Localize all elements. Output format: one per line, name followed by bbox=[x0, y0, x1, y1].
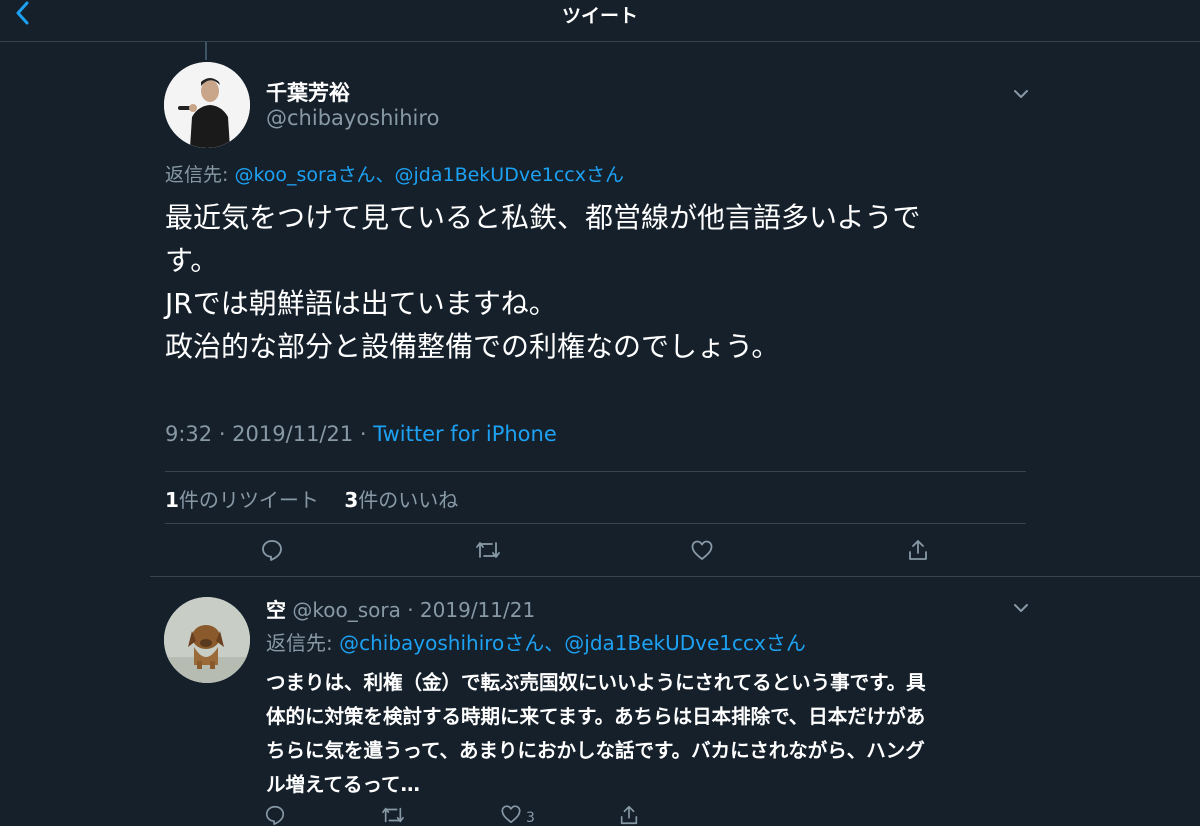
divider bbox=[165, 471, 1026, 472]
reply-share-button[interactable] bbox=[618, 804, 640, 826]
retweet-count: 1 bbox=[165, 488, 179, 512]
reply-author-name[interactable]: 空 bbox=[266, 598, 286, 622]
share-icon bbox=[909, 540, 927, 560]
reply-to-line: 返信先: @koo_soraさん、@jda1BekUDve1ccxさん bbox=[165, 160, 624, 187]
dog-photo-icon bbox=[164, 597, 250, 683]
page-title: ツイート bbox=[561, 5, 638, 27]
tweet-body: 最近気をつけて見ていると私鉄、都営線が他言語多いようで す。 JRでは朝鮮語は出… bbox=[165, 196, 1015, 368]
reply-text-line: つまりは、利権（金）で転ぶ売国奴にいいようにされてるという事です。具 bbox=[266, 671, 926, 694]
tweet-text-line: JRでは朝鮮語は出ていますね。 bbox=[165, 287, 557, 320]
tweet-meta: 9:32 · 2019/11/21 · Twitter for iPhone bbox=[165, 422, 557, 446]
tweet-text-line: 最近気をつけて見ていると私鉄、都営線が他言語多いようで bbox=[165, 201, 921, 234]
chevron-down-icon bbox=[1014, 604, 1028, 612]
tweet-source-link[interactable]: Twitter for iPhone bbox=[373, 422, 557, 446]
retweet-label: 件のリツイート bbox=[178, 488, 319, 512]
reply-header: 空 @koo_sora · 2019/11/21 bbox=[266, 594, 535, 623]
tweet-options-button[interactable] bbox=[1011, 86, 1031, 100]
chevron-down-icon bbox=[1014, 90, 1028, 98]
author-handle[interactable]: @chibayoshihiro bbox=[266, 106, 439, 130]
tweet-text-line: す。 bbox=[165, 244, 219, 277]
reply-body: つまりは、利権（金）で転ぶ売国奴にいいようにされてるという事です。具 体的に対策… bbox=[266, 666, 1036, 802]
thread-connector-line bbox=[205, 42, 207, 60]
retweet-icon bbox=[476, 542, 500, 558]
reply-author-handle[interactable]: @koo_sora bbox=[292, 598, 400, 622]
tweet-stats: 1件のリツイート 3件のいいね bbox=[165, 484, 458, 513]
reply-retweet-button[interactable] bbox=[381, 804, 405, 826]
reply-like-button[interactable]: 3 bbox=[500, 802, 535, 826]
retweet-stat[interactable]: 1件のリツイート bbox=[165, 488, 319, 512]
person-photo-icon bbox=[164, 62, 250, 148]
reply-to-prefix: 返信先: bbox=[266, 631, 340, 655]
reply-button[interactable] bbox=[260, 538, 284, 562]
comment-icon bbox=[262, 540, 282, 561]
retweet-button[interactable] bbox=[475, 538, 501, 562]
like-button[interactable] bbox=[690, 538, 714, 562]
comment-icon bbox=[265, 805, 285, 825]
share-icon bbox=[620, 805, 638, 825]
reply-text-line: ル増えてるって… bbox=[266, 773, 421, 796]
divider bbox=[165, 523, 1026, 524]
heart-icon bbox=[691, 540, 713, 560]
reply-like-count: 3 bbox=[526, 810, 535, 826]
reply-to-mentions[interactable]: @koo_soraさん、@jda1BekUDve1ccxさん bbox=[234, 164, 624, 186]
divider bbox=[150, 576, 1200, 577]
retweet-icon bbox=[382, 807, 404, 823]
tweet-text-line: 政治的な部分と設備整備での利権なのでしょう。 bbox=[165, 330, 780, 363]
reply-reply-to-line: 返信先: @chibayoshihiroさん、@jda1BekUDve1ccxさ… bbox=[266, 627, 806, 656]
top-bar: ツイート bbox=[0, 0, 1200, 42]
like-stat[interactable]: 3件のいいね bbox=[344, 488, 458, 512]
reply-reply-button[interactable] bbox=[264, 804, 286, 826]
reply-to-mentions[interactable]: @chibayoshihiroさん、@jda1BekUDve1ccxさん bbox=[339, 631, 806, 655]
heart-icon bbox=[501, 805, 521, 824]
author-avatar[interactable] bbox=[164, 62, 250, 148]
reply-text-line: ちらに気を遣うって、あまりにおかしな話です。バカにされながら、ハング bbox=[266, 739, 925, 762]
reply-to-prefix: 返信先: bbox=[165, 164, 235, 186]
reply-text-line: 体的に対策を検討する時期に来てます。あちらは日本排除で、日本だけがあ bbox=[266, 705, 926, 728]
reply-author-avatar[interactable] bbox=[164, 597, 250, 683]
tweet-timestamp: 9:32 · 2019/11/21 · bbox=[165, 422, 374, 446]
like-count: 3 bbox=[344, 488, 359, 512]
like-label: 件のいいね bbox=[358, 488, 459, 512]
author-display-name[interactable]: 千葉芳裕 bbox=[266, 77, 350, 107]
reply-options-button[interactable] bbox=[1011, 600, 1031, 614]
share-button[interactable] bbox=[906, 538, 930, 562]
reply-date: · 2019/11/21 bbox=[407, 598, 536, 622]
